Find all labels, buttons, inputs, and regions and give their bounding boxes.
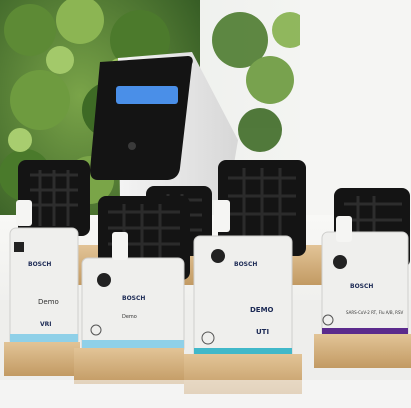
cartridge-demo: BOSCH Demo — [81, 196, 190, 355]
brand-label: BOSCH — [350, 283, 373, 290]
wooden-stand-2 — [74, 348, 184, 384]
panel-label: UTI — [256, 328, 269, 336]
brand-label: BOSCH — [122, 295, 145, 302]
brand-label: BOSCH — [28, 261, 51, 268]
wooden-stand-4 — [314, 334, 411, 368]
panel-label: VRI — [40, 321, 52, 328]
brand-label: BOSCH — [234, 261, 257, 268]
photo-scene: BOSCH Demo VRI BOSCH Demo BOSCH DEMO UTI — [0, 0, 411, 408]
photo-illustration: BOSCH Demo VRI BOSCH Demo BOSCH DEMO UTI — [0, 0, 411, 408]
panel-label: SARS-CoV-2 RT, Flu A/B, RSV — [346, 310, 403, 315]
device-screen — [116, 86, 178, 104]
cartridge-sars: BOSCH SARS-CoV-2 RT, Flu A/B, RSV — [321, 216, 409, 339]
demo-label: Demo — [38, 298, 59, 306]
demo-label: Demo — [122, 314, 137, 320]
wooden-stand-1 — [4, 342, 80, 376]
demo-label: DEMO — [250, 306, 274, 314]
